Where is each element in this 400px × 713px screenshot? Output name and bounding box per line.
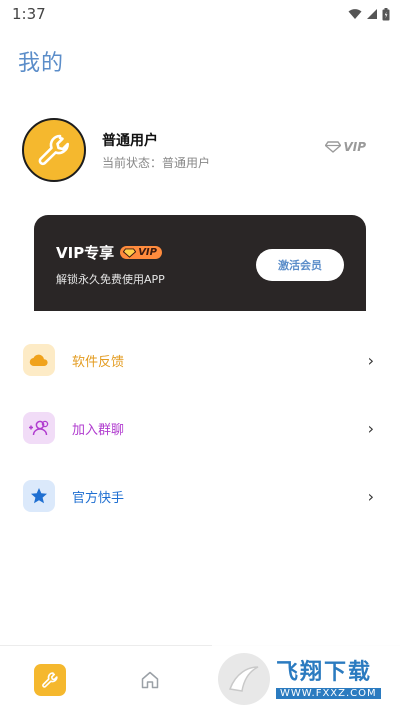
- wrench-icon: [38, 134, 70, 166]
- menu-icon-bg: [23, 344, 55, 376]
- home-icon: [141, 671, 159, 689]
- signal-icon: [367, 9, 377, 19]
- nav-item-home[interactable]: [134, 664, 166, 696]
- activate-membership-button[interactable]: 激活会员: [256, 249, 344, 281]
- vip-pill: VIP: [120, 246, 162, 259]
- menu-item-official-kuaishou[interactable]: 官方快手 ›: [0, 462, 400, 530]
- add-group-icon: [29, 420, 49, 436]
- vip-pill-label: VIP: [138, 247, 157, 258]
- profile-section[interactable]: 普通用户 当前状态：普通用户 VIP: [22, 118, 378, 184]
- chevron-right-icon: ›: [367, 350, 374, 370]
- vip-title-row: VIP专享 VIP: [56, 242, 162, 263]
- watermark-url: WWW.FXXZ.COM: [276, 687, 381, 699]
- nav-item-mine[interactable]: [34, 664, 66, 696]
- watermark: 飞翔下载 WWW.FXXZ.COM: [212, 645, 400, 713]
- user-status: 当前状态：普通用户: [102, 156, 211, 170]
- watermark-logo-icon: [218, 653, 270, 705]
- status-time: 1:37: [12, 5, 46, 23]
- star-icon: [31, 488, 47, 504]
- cloud-icon: [29, 354, 48, 367]
- diamond-icon: [123, 247, 137, 258]
- status-icons: [348, 7, 390, 21]
- chevron-right-icon: ›: [367, 486, 374, 506]
- menu-icon-bg: [23, 480, 55, 512]
- page-title: 我的: [18, 51, 65, 76]
- vip-card-description: 解锁永久免费使用APP: [56, 273, 165, 286]
- menu-label: 官方快手: [72, 490, 125, 506]
- avatar[interactable]: [22, 118, 86, 182]
- menu-label: 加入群聊: [72, 422, 125, 438]
- wifi-icon: [348, 9, 362, 19]
- vip-status-badge: VIP: [325, 140, 366, 154]
- menu-label: 软件反馈: [72, 354, 125, 370]
- username: 普通用户: [102, 133, 158, 149]
- menu-item-join-group[interactable]: 加入群聊 ›: [0, 394, 400, 462]
- wrench-icon: [42, 672, 58, 688]
- status-bar: 1:37: [0, 0, 400, 28]
- battery-icon: [382, 7, 390, 20]
- vip-card-title: VIP专享: [56, 244, 115, 262]
- watermark-text: 飞翔下载 WWW.FXXZ.COM: [276, 660, 381, 699]
- menu-item-feedback[interactable]: 软件反馈 ›: [0, 326, 400, 394]
- vip-card: VIP专享 VIP 解锁永久免费使用APP 激活会员: [34, 215, 366, 311]
- vip-badge-label: VIP: [343, 140, 366, 154]
- watermark-title: 飞翔下载: [276, 659, 373, 685]
- diamond-icon: [325, 141, 342, 153]
- menu-icon-bg: [23, 412, 55, 444]
- chevron-right-icon: ›: [367, 418, 374, 438]
